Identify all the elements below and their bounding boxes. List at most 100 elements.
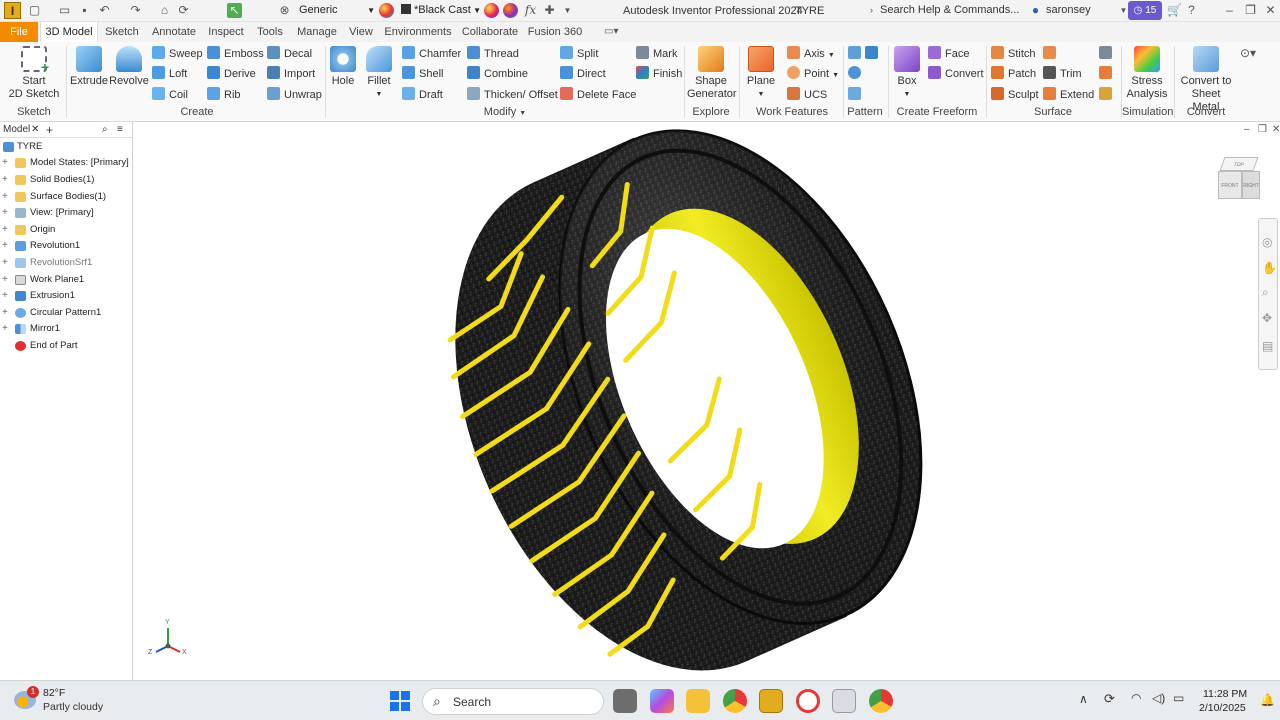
minimize-icon[interactable]: – xyxy=(1222,3,1237,18)
undo-icon[interactable]: ↶ xyxy=(97,3,112,18)
draft-button[interactable]: Draft xyxy=(402,87,443,103)
loft-button[interactable]: Loft xyxy=(152,66,187,82)
revolve-button[interactable]: Revolve xyxy=(109,46,149,88)
unwrap-button[interactable]: Unwrap xyxy=(267,87,322,103)
tab-manage[interactable]: Manage xyxy=(292,22,342,42)
fillet-dropdown-arrow-icon[interactable]: ▼ xyxy=(362,88,396,101)
convert-button[interactable]: Convert xyxy=(928,66,984,82)
replace-face-button[interactable] xyxy=(1099,66,1116,82)
battery-icon[interactable]: ▭ xyxy=(1173,691,1184,705)
task-view-icon[interactable] xyxy=(613,689,637,713)
patch-button[interactable]: Patch xyxy=(991,66,1036,82)
ribbon-options-icon[interactable]: ▭▾ xyxy=(604,26,618,37)
add-browser-tab-icon[interactable]: + xyxy=(46,122,53,138)
restore-icon[interactable]: ❐ xyxy=(1243,3,1258,18)
tab-file[interactable]: File xyxy=(0,22,38,42)
user-name[interactable]: saronsey xyxy=(1046,4,1091,16)
appearance-override-icon[interactable] xyxy=(484,3,499,18)
hole-button[interactable]: Hole xyxy=(328,46,358,88)
save-icon[interactable]: ▪ xyxy=(77,3,92,18)
fx-icon[interactable]: fx xyxy=(523,3,538,18)
browser-search-icon[interactable]: ⌕ xyxy=(102,122,108,138)
tab-3d-model[interactable]: 3D Model xyxy=(40,22,98,42)
emboss-button[interactable]: Emboss xyxy=(207,46,264,62)
tab-sketch[interactable]: Sketch xyxy=(103,22,141,42)
tab-inspect[interactable]: Inspect xyxy=(205,22,247,42)
ucs-button[interactable]: UCS xyxy=(787,87,827,103)
stitch-button[interactable]: Stitch xyxy=(991,46,1036,62)
add-in-icon[interactable]: ✚ xyxy=(542,3,557,18)
tab-fusion-360[interactable]: Fusion 360 xyxy=(527,22,583,42)
finish-button[interactable]: Finish xyxy=(636,66,682,82)
browser-menu-icon[interactable]: ≡ xyxy=(117,122,123,138)
notifications-bell-icon[interactable]: 🔔 xyxy=(1260,693,1275,707)
tab-collaborate[interactable]: Collaborate xyxy=(459,22,521,42)
rectangular-pattern-button[interactable] xyxy=(848,46,882,62)
group-label-modify[interactable]: Modify ▼ xyxy=(328,106,682,118)
wifi-icon[interactable]: ◠ xyxy=(1131,691,1141,705)
shape-generator-button[interactable]: Shape Generator xyxy=(687,46,737,101)
taskbar-search[interactable]: ⌕ Search xyxy=(422,688,604,715)
snipping-tool-icon[interactable] xyxy=(832,689,856,713)
material-select[interactable]: *Black Cast ▼ xyxy=(401,3,481,18)
chrome-profile-icon[interactable] xyxy=(869,689,893,713)
mirror-icon[interactable] xyxy=(865,46,878,59)
plane-button[interactable]: Plane ▼ xyxy=(744,46,778,101)
convert-to-sheet-metal-button[interactable]: Convert to Sheet Metal xyxy=(1177,46,1235,114)
pan-icon[interactable]: ✋ xyxy=(1262,261,1277,275)
sweep-button[interactable]: Sweep xyxy=(152,46,203,62)
delete-surface-button[interactable] xyxy=(1099,87,1116,103)
view-cube-top[interactable]: TOP xyxy=(1219,157,1259,171)
box-button[interactable]: Box ▼ xyxy=(892,46,922,101)
rib-button[interactable]: Rib xyxy=(207,87,241,103)
ribbon-settings-icon[interactable]: ⊙▾ xyxy=(1240,46,1256,60)
clock-date[interactable]: 2/10/2025 xyxy=(1199,702,1246,714)
import-button[interactable]: Import xyxy=(267,66,315,82)
appearance-select[interactable]: Generic ▼ xyxy=(299,3,375,18)
sync-icon[interactable]: ⟳ xyxy=(1104,691,1115,707)
point-button[interactable]: Point ▼ xyxy=(787,66,839,82)
face-button[interactable]: Face xyxy=(928,46,969,62)
fillet-button[interactable]: Fillet ▼ xyxy=(362,46,396,101)
sketch-driven-pattern-button[interactable] xyxy=(848,87,865,103)
view-cube-front[interactable]: FRONT xyxy=(1218,171,1242,199)
start-2d-sketch-button[interactable]: + Start 2D Sketch xyxy=(6,46,62,101)
inventor-taskbar-icon[interactable] xyxy=(759,689,783,713)
split-button[interactable]: Split xyxy=(560,46,598,62)
redo-icon[interactable]: ↷ xyxy=(128,3,143,18)
stress-analysis-button[interactable]: Stress Analysis xyxy=(1124,46,1170,101)
view-cube-right[interactable]: RIGHT xyxy=(1242,171,1260,199)
customize-arrow-icon[interactable]: ▼ xyxy=(560,3,575,18)
home-icon[interactable]: ⌂ xyxy=(157,3,172,18)
new-file-icon[interactable]: ▢ xyxy=(27,3,42,18)
close-browser-tab-icon[interactable]: ✕ xyxy=(31,122,39,138)
plane-dropdown-arrow-icon[interactable]: ▼ xyxy=(744,88,778,101)
extend-button[interactable]: Extend xyxy=(1043,87,1094,103)
tyre-model[interactable] xyxy=(134,122,1280,680)
thicken-offset-button[interactable]: Thicken/ Offset xyxy=(467,87,558,103)
ruled-surface-button[interactable] xyxy=(1043,46,1060,62)
view-cube[interactable]: TOP FRONT RIGHT xyxy=(1216,157,1262,203)
help-icon[interactable]: ? xyxy=(1184,3,1199,18)
chamfer-button[interactable]: Chamfer xyxy=(402,46,461,62)
circular-pattern-button[interactable] xyxy=(848,66,865,82)
notification-badge[interactable]: ◷ 15 xyxy=(1128,1,1162,20)
tab-view[interactable]: View xyxy=(346,22,376,42)
browser-tab-model[interactable]: Model xyxy=(3,122,30,138)
derive-button[interactable]: Derive xyxy=(207,66,256,82)
zoom-icon[interactable]: ⌕ xyxy=(1262,285,1269,300)
chrome-icon[interactable] xyxy=(723,689,747,713)
open-folder-icon[interactable]: ▭ xyxy=(57,3,72,18)
tab-tools[interactable]: Tools xyxy=(253,22,287,42)
clock-time[interactable]: 11:28 PM xyxy=(1203,688,1247,700)
cart-icon[interactable]: 🛒 xyxy=(1167,3,1182,18)
screen-recorder-icon[interactable] xyxy=(796,689,820,713)
steering-wheel-icon[interactable]: ◎ xyxy=(1262,235,1272,249)
start-button[interactable] xyxy=(388,689,412,713)
file-explorer-icon[interactable] xyxy=(686,689,710,713)
extrude-button[interactable]: Extrude xyxy=(70,46,108,88)
volume-icon[interactable]: ◁) xyxy=(1152,691,1165,705)
look-at-icon[interactable]: ▤ xyxy=(1262,339,1273,353)
combine-button[interactable]: Combine xyxy=(467,66,528,82)
help-search-input[interactable]: Search Help & Commands... xyxy=(880,4,1019,16)
